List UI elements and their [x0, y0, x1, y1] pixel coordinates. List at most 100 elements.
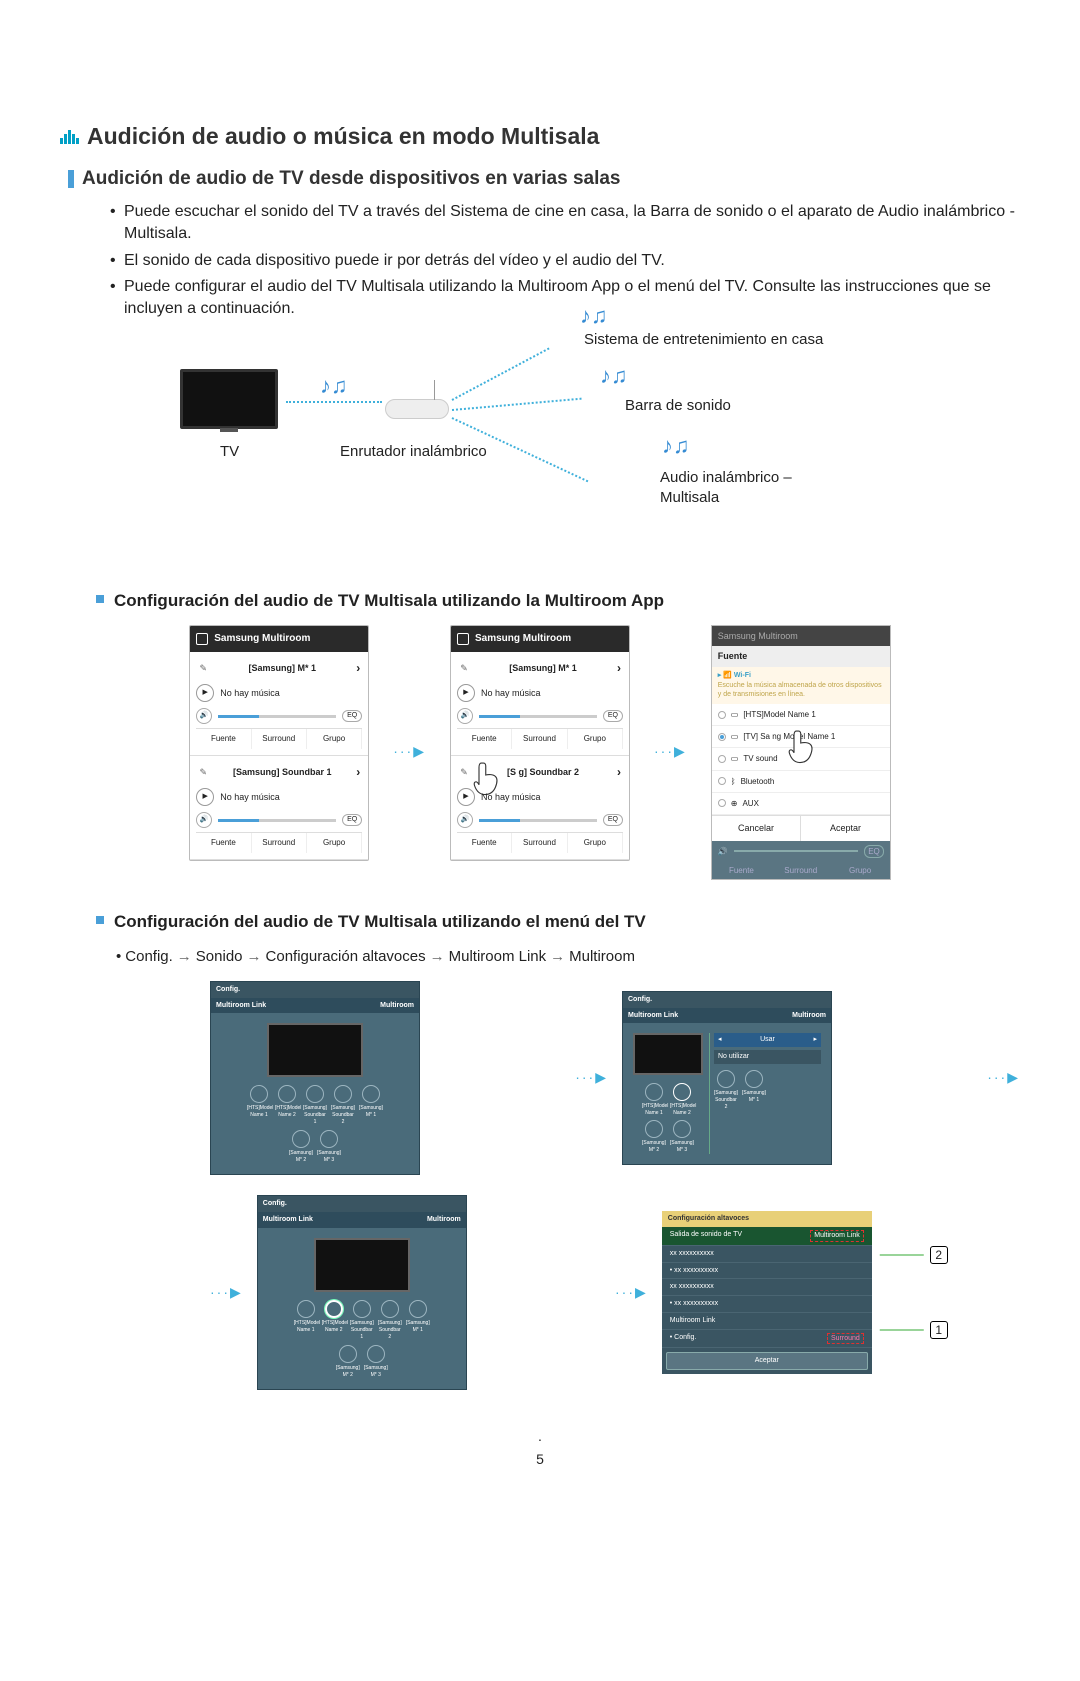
tab-grupo[interactable]: Grupo: [307, 833, 362, 852]
play-button[interactable]: ▶: [196, 788, 214, 806]
source-row-tvsound[interactable]: ▭TV sound: [712, 748, 890, 770]
wifi-row: ▸ 📶 Wi-Fi Escuche la música almacenada d…: [712, 667, 890, 704]
arrow-right-icon: →: [247, 946, 262, 967]
cfg-row-surround[interactable]: • Config.Surround: [662, 1330, 872, 1349]
phone-header: Samsung Multiroom: [190, 626, 368, 652]
tab-surround[interactable]: Surround: [252, 729, 307, 748]
tv-thumbnail-icon: [633, 1033, 703, 1075]
no-utilizar-option[interactable]: No utilizar: [714, 1050, 821, 1064]
play-button[interactable]: ▶: [457, 684, 475, 702]
bullet-list: Puede escuchar el sonido del TV a través…: [110, 201, 1020, 321]
tab-surround[interactable]: Surround: [512, 833, 567, 852]
connection-line: [452, 397, 582, 410]
play-button[interactable]: ▶: [457, 788, 475, 806]
cfg-row-salida[interactable]: Salida de sonido de TVMultiroom Link: [662, 1227, 872, 1246]
path-item: Sonido: [196, 946, 243, 967]
device-block: ✎ [Samsung] M* 1 › ▶ No hay música 🔊 EQ Fu…: [190, 652, 368, 756]
volume-slider[interactable]: [218, 715, 336, 718]
bullet-item: El sonido de cada dispositivo puede ir p…: [110, 250, 1020, 272]
arrow-right-icon: ···▶: [575, 1068, 608, 1088]
volume-icon: 🔊: [196, 812, 212, 828]
cfg-row: xx xxxxxxxxxx: [662, 1279, 872, 1296]
source-row-aux[interactable]: ⊕AUX: [712, 793, 890, 815]
tv-screens-row-1: Config. Multiroom LinkMultiroom [HTS]Mod…: [210, 981, 1020, 1176]
source-row-tv-model[interactable]: ▭[TV] Sa ng Model Name 1: [712, 726, 890, 748]
main-title: Audición de audio o música en modo Multi…: [60, 120, 1020, 152]
dialog-buttons: Cancelar Aceptar: [712, 815, 890, 841]
aceptar-button[interactable]: Aceptar: [666, 1352, 868, 1370]
tab-grupo[interactable]: Grupo: [568, 833, 623, 852]
accept-button[interactable]: Aceptar: [801, 815, 890, 841]
no-music-label: No hay música: [481, 791, 541, 804]
music-notes-icon: ♪♫: [662, 431, 690, 462]
no-music-label: No hay música: [481, 687, 541, 700]
cfg-row: • xx xxxxxxxxxx: [662, 1296, 872, 1313]
eq-button[interactable]: EQ: [342, 710, 362, 722]
callout-column: ———2 ———1: [880, 1244, 948, 1341]
tv-config-label: Config.: [258, 1196, 466, 1212]
eq-button[interactable]: EQ: [603, 710, 623, 722]
device-name: [Samsung] M* 1: [248, 662, 316, 675]
wireless-audio-label-2: Multisala: [660, 487, 719, 508]
tab-fuente[interactable]: Fuente: [196, 833, 251, 852]
source-row-hts[interactable]: ▭[HTS]Model Name 1: [712, 704, 890, 726]
tv-config-label: Config.: [211, 982, 419, 998]
connection-line: [452, 347, 550, 400]
tv-thumbnail-icon: [314, 1238, 410, 1292]
chevron-right-icon: ›: [356, 764, 360, 781]
path-item: Config.: [125, 946, 173, 967]
bullet-item: Puede configurar el audio del TV Multisa…: [110, 276, 1020, 321]
volume-icon: 🔊: [196, 708, 212, 724]
home-theater-label: Sistema de entretenimiento en casa: [584, 329, 823, 350]
subsection-app-text: Configuración del audio de TV Multisala …: [114, 589, 664, 613]
gear-icon: [457, 633, 469, 645]
pencil-icon: ✎: [198, 662, 208, 675]
volume-slider[interactable]: [479, 715, 597, 718]
cfg-title: Configuración altavoces: [662, 1211, 872, 1227]
callout-1: 1: [930, 1321, 948, 1339]
no-music-label: No hay música: [220, 791, 280, 804]
play-button[interactable]: ▶: [196, 684, 214, 702]
tab-fuente[interactable]: Fuente: [457, 833, 512, 852]
volume-slider[interactable]: [218, 819, 336, 822]
arrow-right-icon: ···▶: [987, 1068, 1020, 1088]
router-icon: [385, 399, 449, 419]
fuente-header: Fuente: [712, 646, 890, 667]
section-subtitle: Audición de audio de TV desde dispositiv…: [68, 166, 1020, 193]
sound-bars-icon: [60, 128, 79, 144]
square-bullet-icon: [96, 595, 104, 603]
square-bullet-icon: [96, 916, 104, 924]
tab-grupo[interactable]: Grupo: [568, 729, 623, 748]
device-name: [S g] Soundbar 2: [507, 766, 579, 779]
menu-path: • Config. → Sonido → Configuración altav…: [116, 946, 1020, 967]
volume-slider[interactable]: [479, 819, 597, 822]
no-music-label: No hay música: [220, 687, 280, 700]
tab-surround[interactable]: Surround: [512, 729, 567, 748]
tab-fuente[interactable]: Fuente: [457, 729, 512, 748]
tv-screen-3: Config. Multiroom LinkMultiroom [HTS]Mod…: [257, 1195, 467, 1390]
phone-screenshot-2: Samsung Multiroom ✎ [Samsung] M* 1 › ▶No…: [450, 625, 630, 861]
eq-button[interactable]: EQ: [342, 814, 362, 826]
app-title: Samsung Multiroom: [214, 632, 310, 646]
cancel-button[interactable]: Cancelar: [712, 815, 802, 841]
gear-icon: [196, 633, 208, 645]
tab-fuente[interactable]: Fuente: [196, 729, 251, 748]
source-row-bluetooth[interactable]: ᛒBluetooth: [712, 771, 890, 793]
path-item: Multiroom Link: [449, 946, 547, 967]
bullet-item: Puede escuchar el sonido del TV a través…: [110, 201, 1020, 246]
source-panel: Samsung Multiroom Fuente ▸ 📶 Wi-Fi Escuc…: [711, 625, 891, 880]
subsection-tv-text: Configuración del audio de TV Multisala …: [114, 910, 646, 934]
path-item: Configuración altavoces: [266, 946, 426, 967]
app-screenshots-row: Samsung Multiroom ✎ [Samsung] M* 1 › ▶ No…: [60, 625, 1020, 880]
usar-option[interactable]: Usar: [760, 1035, 775, 1045]
tab-grupo[interactable]: Grupo: [307, 729, 362, 748]
tab-surround[interactable]: Surround: [252, 833, 307, 852]
tv-label: TV: [220, 441, 239, 462]
cfg-row: • xx xxxxxxxxxx: [662, 1263, 872, 1280]
arrow-right-icon: →: [550, 946, 565, 967]
soundbar-label: Barra de sonido: [625, 395, 731, 416]
music-notes-icon: ♪♫: [320, 371, 348, 402]
eq-button[interactable]: EQ: [603, 814, 623, 826]
chevron-right-icon: ›: [356, 660, 360, 677]
app-title: Samsung Multiroom: [475, 632, 571, 646]
